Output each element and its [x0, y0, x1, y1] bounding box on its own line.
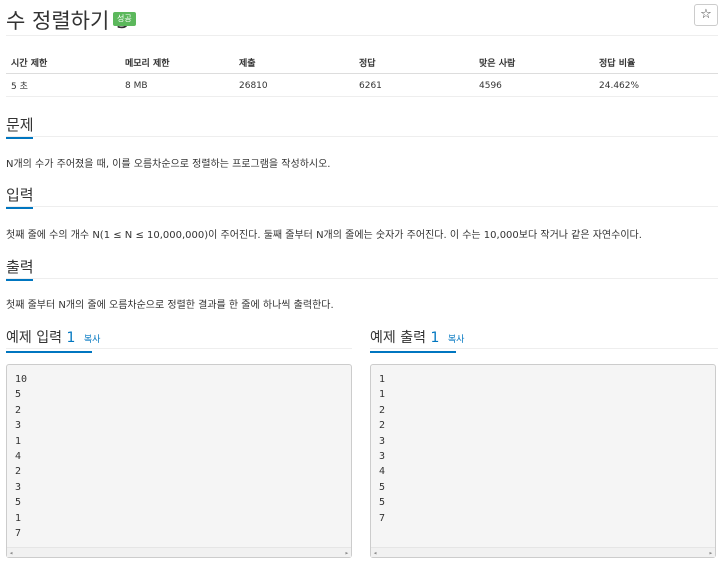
example-input-line: 5	[15, 389, 22, 401]
scroll-left-icon[interactable]: ◂	[9, 549, 13, 557]
example-output-divider	[370, 348, 718, 349]
problem-divider	[6, 136, 718, 137]
output-description: 첫째 줄부터 N개의 줄에 오름차순으로 정렬한 결과를 한 줄에 하나씩 출력…	[6, 300, 334, 311]
example-input-box[interactable]: ◂ ▸ 10 5 2 3 1 4 2 3 5 1 7	[6, 364, 352, 558]
example-output-line: 5	[379, 497, 386, 509]
input-description: 첫째 줄에 수의 개수 N(1 ≤ N ≤ 10,000,000)이 주어진다.…	[6, 230, 642, 241]
example-output-scrollbar[interactable]: ◂ ▸	[371, 547, 715, 557]
page-title: 수 정렬하기 3	[6, 9, 130, 33]
example-output-number: 1	[430, 330, 440, 346]
example-output-box[interactable]: ◂ ▸ 1 1 2 2 3 3 4 5 5 7	[370, 364, 716, 558]
example-input-underline	[6, 351, 92, 353]
example-output-copy-link[interactable]: 복사	[448, 335, 465, 345]
scroll-right-icon[interactable]: ▸	[709, 549, 713, 557]
solved-users-value: 4596	[474, 73, 594, 97]
correct-ratio-value: 24.462%	[594, 73, 718, 97]
example-input-heading: 예제 입력 1 복사	[6, 327, 101, 353]
example-output-line: 7	[379, 512, 386, 524]
example-input-line: 5	[15, 497, 22, 509]
problem-heading: 문제	[6, 114, 34, 139]
example-input-line: 4	[15, 451, 22, 462]
example-input-copy-link[interactable]: 복사	[84, 335, 101, 345]
header-memory-limit: 메모리 제한	[120, 52, 234, 74]
example-output-line: 3	[379, 451, 386, 462]
problem-heading-label: 문제	[6, 116, 34, 134]
correct-value: 6261	[354, 73, 474, 97]
header-solved-users: 맞은 사람	[474, 52, 594, 74]
star-icon: ☆	[700, 7, 712, 22]
input-heading: 입력	[6, 184, 34, 209]
example-output-underline	[370, 351, 456, 353]
example-output-line: 4	[379, 466, 386, 478]
info-table: 시간 제한 메모리 제한 제출 정답 맞은 사람 정답 비율 5 초 8 MB …	[6, 52, 718, 97]
output-heading-label: 출력	[6, 258, 34, 276]
example-input-heading-label: 예제 입력	[6, 330, 62, 346]
example-input-scrollbar[interactable]: ◂ ▸	[7, 547, 351, 557]
status-badge: 성공	[113, 12, 136, 26]
example-output-heading: 예제 출력 1 복사	[370, 327, 465, 353]
example-input-divider	[6, 348, 352, 349]
scroll-right-icon[interactable]: ▸	[345, 549, 349, 557]
header-correct: 정답	[354, 52, 474, 74]
output-divider	[6, 278, 718, 279]
example-input-line: 1	[15, 435, 22, 447]
example-output-line: 1	[379, 374, 386, 385]
header-time-limit: 시간 제한	[6, 52, 120, 74]
example-input-number: 1	[66, 330, 76, 346]
output-heading-underline	[6, 279, 33, 281]
example-output-line: 2	[379, 404, 386, 416]
example-input-line: 2	[15, 404, 22, 416]
example-input-line: 2	[15, 466, 22, 478]
input-heading-underline	[6, 207, 33, 209]
problem-heading-underline	[6, 137, 33, 139]
example-output-line: 1	[379, 389, 386, 401]
output-heading: 출력	[6, 256, 34, 281]
example-output-line: 3	[379, 435, 386, 447]
scroll-left-icon[interactable]: ◂	[373, 549, 377, 557]
info-table-row: 5 초 8 MB 26810 6261 4596 24.462%	[6, 73, 718, 97]
time-limit-value: 5 초	[6, 73, 120, 97]
example-input-line: 7	[15, 528, 22, 539]
star-button[interactable]: ☆	[694, 4, 718, 26]
example-input-line: 10	[15, 374, 28, 385]
example-input-line: 3	[15, 481, 22, 493]
example-output-line: 5	[379, 481, 386, 493]
problem-description: N개의 수가 주어졌을 때, 이를 오름차순으로 정렬하는 프로그램을 작성하시…	[6, 159, 331, 170]
info-table-header-row: 시간 제한 메모리 제한 제출 정답 맞은 사람 정답 비율	[6, 52, 718, 74]
example-input-line: 1	[15, 512, 22, 524]
input-heading-label: 입력	[6, 186, 34, 204]
example-input-line: 3	[15, 420, 22, 432]
memory-limit-value: 8 MB	[120, 73, 234, 97]
input-divider	[6, 206, 718, 207]
example-output-line: 2	[379, 420, 386, 432]
submissions-value: 26810	[234, 73, 354, 97]
header-submissions: 제출	[234, 52, 354, 74]
header-correct-ratio: 정답 비율	[594, 52, 718, 74]
example-output-heading-label: 예제 출력	[370, 330, 426, 346]
title-row: 수 정렬하기 3 성공 ☆	[6, 0, 718, 36]
